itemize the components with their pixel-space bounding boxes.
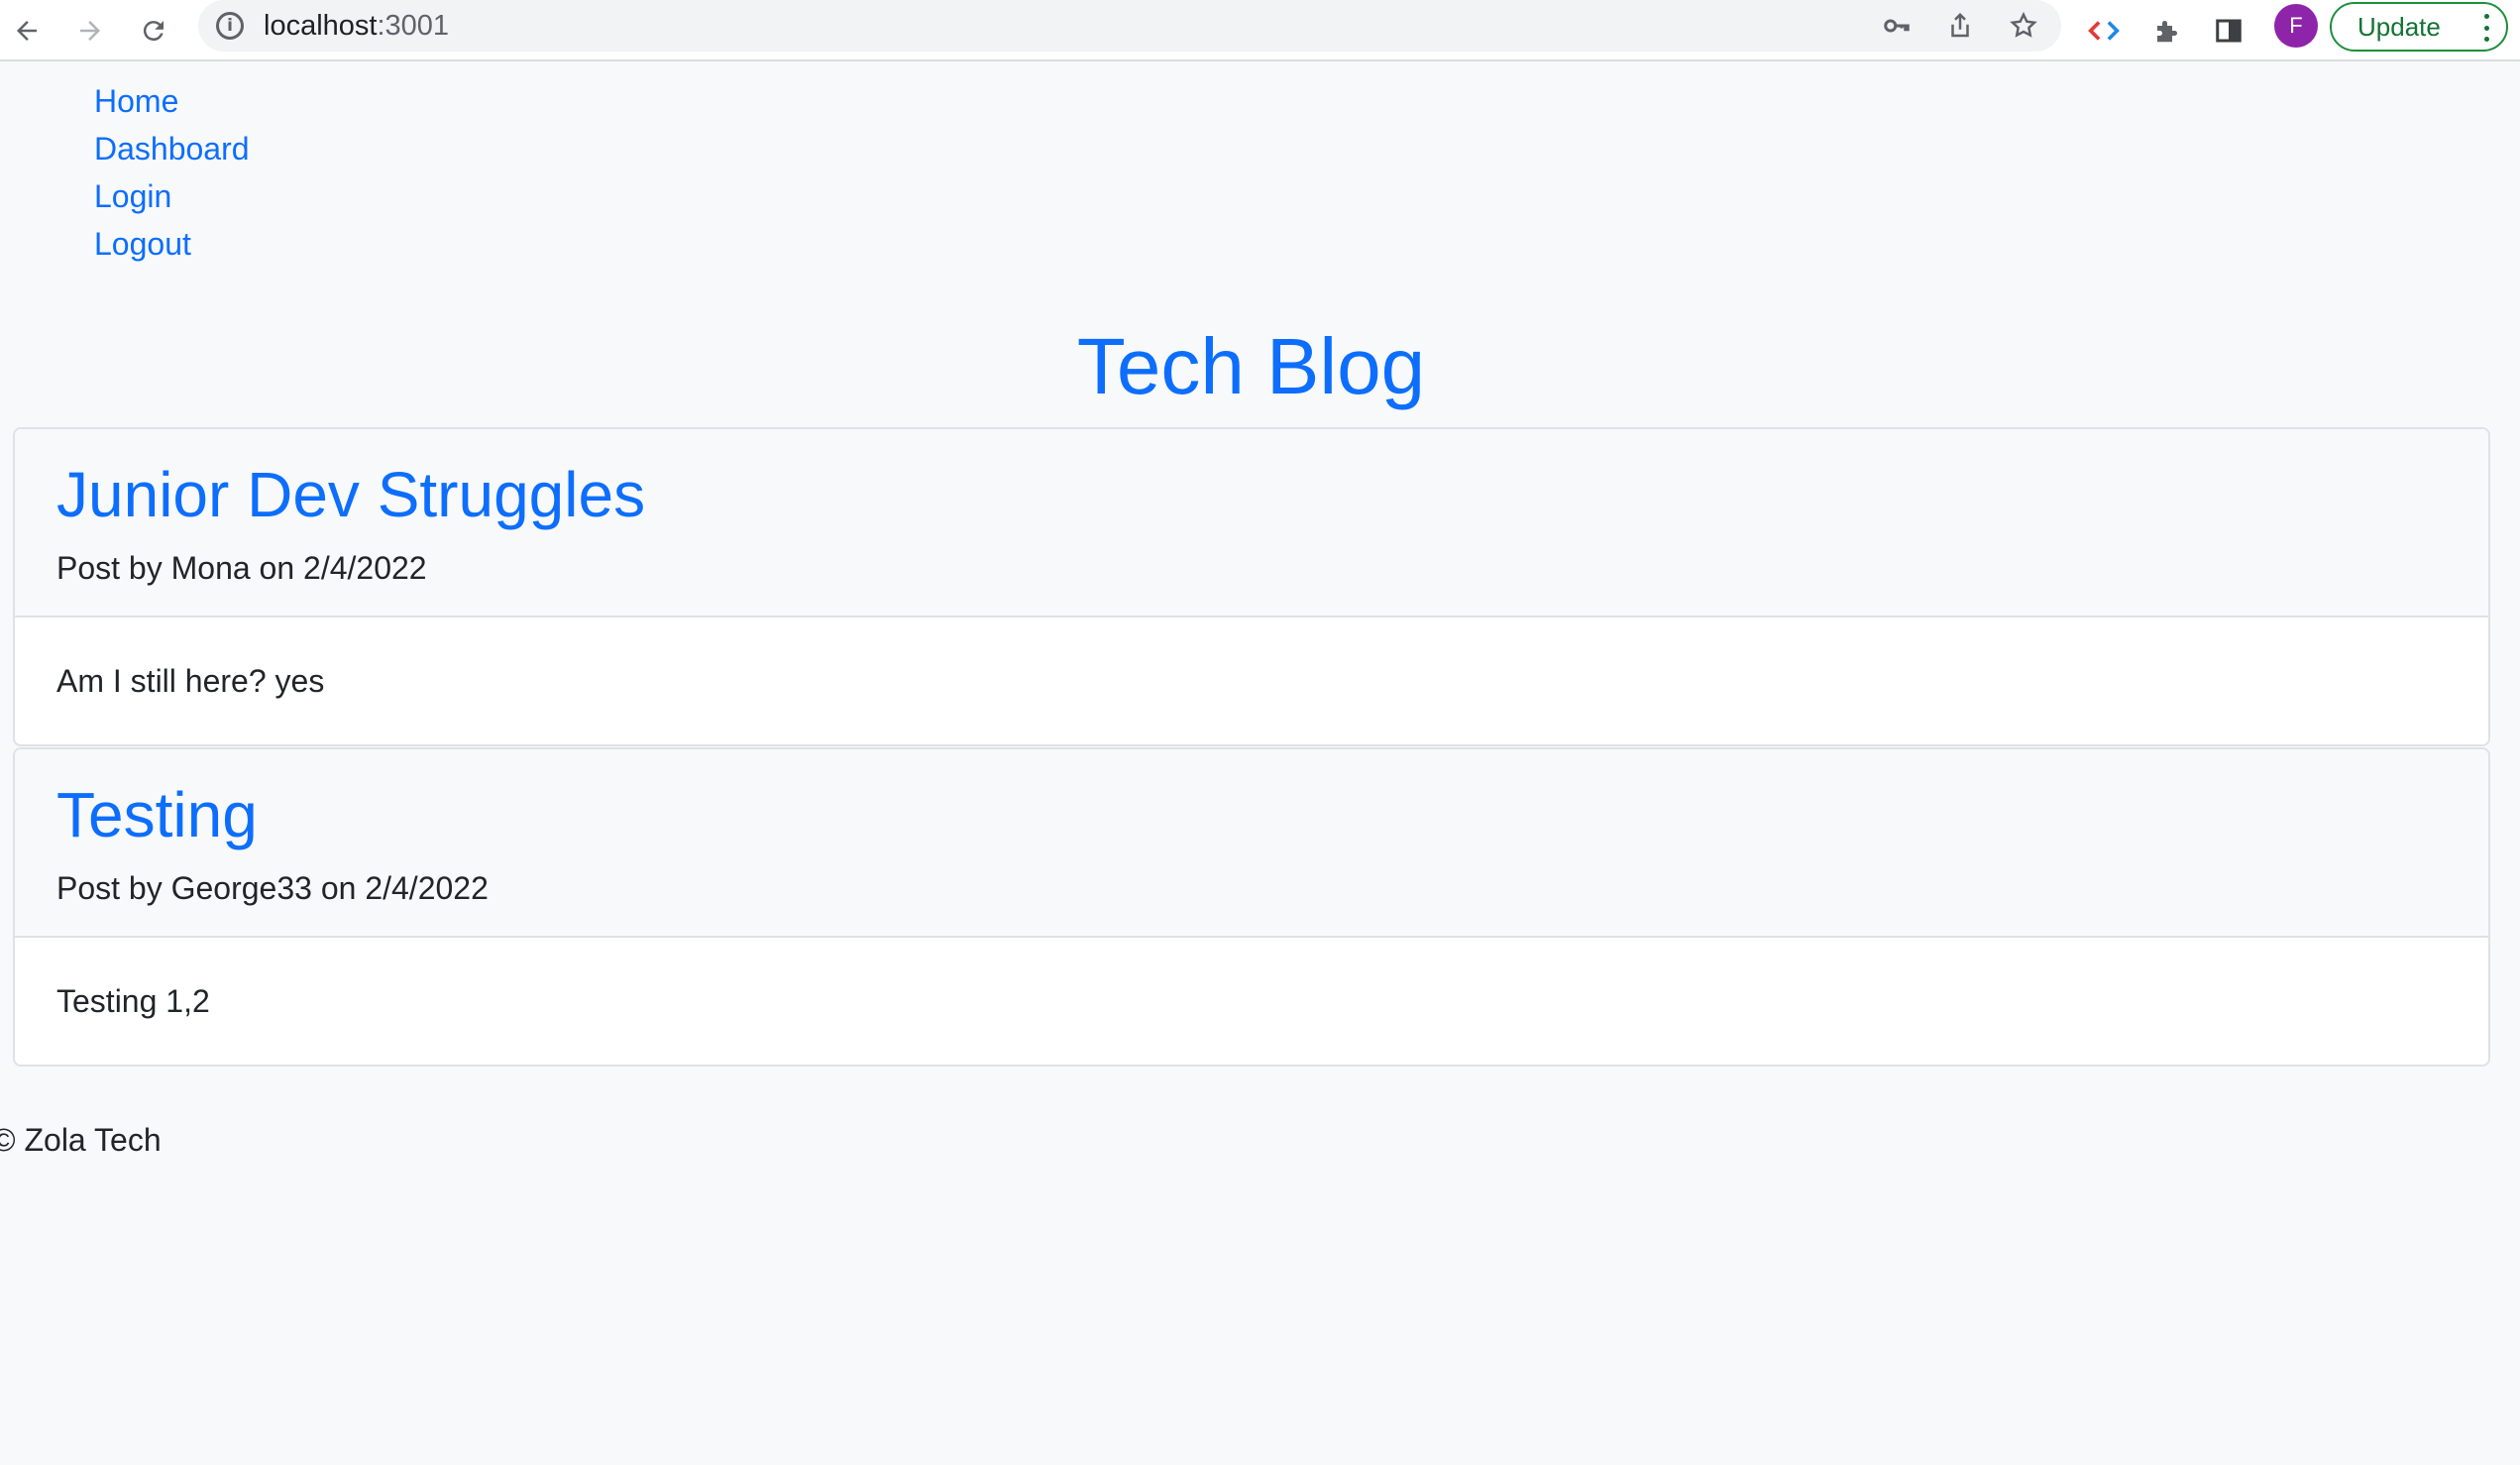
more-vertical-icon[interactable] <box>2484 14 2490 42</box>
address-bar[interactable]: i localhost:3001 <box>198 0 2061 52</box>
post-title[interactable]: Junior Dev Struggles <box>56 455 645 534</box>
post-title[interactable]: Testing <box>56 775 258 854</box>
post-header: Junior Dev Struggles Post by Mona on 2/4… <box>15 429 2488 618</box>
post-body: Testing 1,2 <box>15 938 2488 1065</box>
post-header: Testing Post by George33 on 2/4/2022 <box>15 749 2488 938</box>
code-brackets-icon[interactable] <box>2079 6 2129 56</box>
update-button[interactable]: Update <box>2330 2 2508 52</box>
browser-toolbar: i localhost:3001 F Update <box>0 0 2520 61</box>
profile-avatar[interactable]: F <box>2274 4 2318 48</box>
nav-link-dashboard[interactable]: Dashboard <box>94 125 250 172</box>
forward-arrow-icon[interactable] <box>65 6 115 56</box>
footer-copyright: © Zola Tech <box>0 1122 162 1158</box>
reload-icon[interactable] <box>129 6 178 56</box>
side-panel-icon[interactable] <box>2204 6 2253 56</box>
post-meta: Post by George33 on 2/4/2022 <box>56 870 489 906</box>
info-icon[interactable]: i <box>216 12 244 40</box>
main-nav: Home Dashboard Login Logout <box>94 77 250 268</box>
star-icon[interactable] <box>2000 0 2047 52</box>
post-content: Testing 1,2 <box>56 983 210 1019</box>
post-card: Junior Dev Struggles Post by Mona on 2/4… <box>13 427 2490 746</box>
post-body: Am I still here? yes <box>15 618 2488 744</box>
post-meta: Post by Mona on 2/4/2022 <box>56 550 427 586</box>
nav-link-login[interactable]: Login <box>94 172 250 220</box>
url-text[interactable]: localhost:3001 <box>264 10 449 43</box>
puzzle-piece-icon[interactable] <box>2142 6 2192 56</box>
share-icon[interactable] <box>1936 0 1984 52</box>
key-icon[interactable] <box>1873 0 1920 52</box>
post-content: Am I still here? yes <box>56 663 325 699</box>
post-card: Testing Post by George33 on 2/4/2022 Tes… <box>13 747 2490 1067</box>
nav-link-logout[interactable]: Logout <box>94 220 250 268</box>
site-title: Tech Blog <box>1076 322 1426 410</box>
nav-link-home[interactable]: Home <box>94 77 250 125</box>
back-arrow-icon[interactable] <box>2 6 52 56</box>
